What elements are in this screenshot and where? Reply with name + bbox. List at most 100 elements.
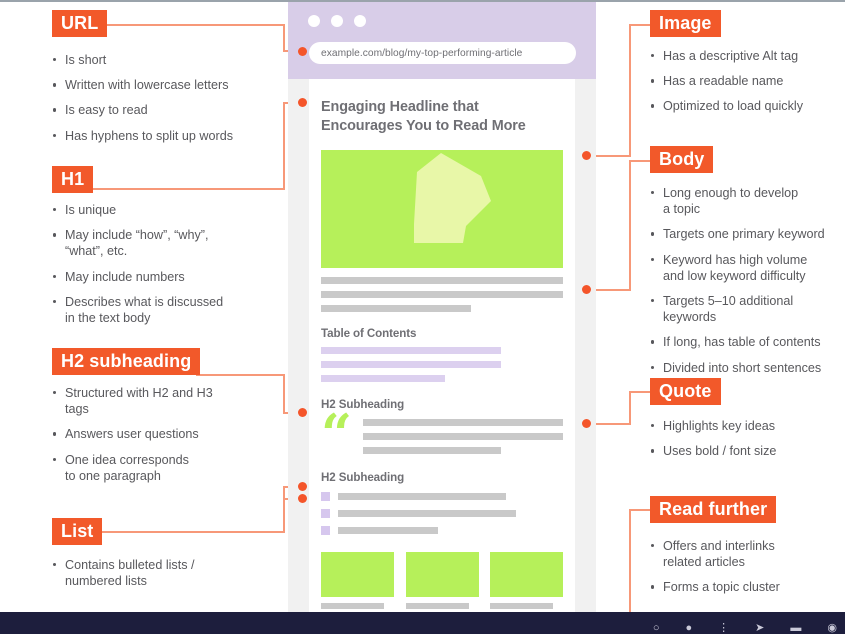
- anchor-dot-list: [298, 482, 307, 491]
- window-dot-minimize-icon[interactable]: [331, 15, 343, 27]
- list-quote: Highlights key ideas Uses bold / font si…: [650, 418, 842, 468]
- article-headline: Engaging Headline that Encourages You to…: [321, 99, 526, 134]
- label-url: URL: [52, 10, 108, 37]
- label-list: List: [52, 518, 103, 545]
- list-item: Targets 5–10 additional keywords: [650, 293, 845, 325]
- connector-h2-v: [283, 374, 285, 413]
- text-bar: [363, 419, 563, 426]
- toc-title: Table of Contents: [321, 327, 417, 340]
- paragraph-placeholder-1: [321, 277, 563, 312]
- list-item: Keyword has high volume and low keyword …: [650, 252, 845, 284]
- list-item: Long enough to develop a topic: [650, 185, 845, 217]
- globe-icon[interactable]: ◉: [827, 621, 837, 634]
- list-item: One idea corresponds to one paragraph: [52, 452, 277, 484]
- connector-image-v: [629, 24, 631, 156]
- list-item: Optimized to load quickly: [650, 98, 842, 114]
- text-bar: [338, 510, 516, 517]
- text-bar: [363, 433, 563, 440]
- text-bar: [321, 277, 563, 284]
- text-bar: [405, 603, 469, 609]
- browser-titlebar: example.com/blog/my-top-performing-artic…: [288, 2, 596, 79]
- connector-h1-v: [283, 102, 285, 190]
- list-item: Highlights key ideas: [650, 418, 842, 434]
- connector-list-h1: [95, 531, 285, 533]
- address-bar[interactable]: example.com/blog/my-top-performing-artic…: [309, 42, 576, 64]
- connector-url-v: [283, 24, 285, 51]
- text-bar: [363, 447, 501, 454]
- label-quote: Quote: [650, 378, 721, 405]
- list-item: Written with lowercase letters: [52, 77, 277, 93]
- list-item: Describes what is discussed in the text …: [52, 294, 277, 326]
- hero-placeholder-shape-icon: [414, 153, 491, 243]
- link-icon[interactable]: ⋮: [718, 621, 729, 634]
- quote-text-placeholder: [363, 417, 563, 454]
- toc-list: [321, 347, 563, 382]
- window-dot-maximize-icon[interactable]: [354, 15, 366, 27]
- anchor-dot-quote: [582, 419, 591, 428]
- list-item: Is easy to read: [52, 102, 277, 118]
- list-item: Has a descriptive Alt tag: [650, 48, 842, 64]
- list-bullet-icon: [321, 526, 330, 535]
- list-item: [321, 492, 563, 501]
- card-icon[interactable]: ▬: [790, 622, 801, 634]
- connector-h1-h1: [85, 188, 285, 190]
- text-bar: [338, 527, 438, 534]
- list-bullet-icon: [321, 509, 330, 518]
- anchor-dot-h1: [298, 98, 307, 107]
- footer-icons[interactable]: ○ ● ⋮ ➤ ▬ ◉: [653, 621, 837, 634]
- label-image: Image: [650, 10, 721, 37]
- anchor-dot-url: [298, 47, 307, 56]
- text-bar: [321, 305, 471, 312]
- list-item: Answers user questions: [52, 426, 277, 442]
- list-item: Structured with H2 and H3 tags: [52, 385, 277, 417]
- list-item: [321, 509, 563, 518]
- infographic-canvas: example.com/blog/my-top-performing-artic…: [0, 0, 845, 634]
- label-read-further: Read further: [650, 496, 777, 523]
- list-bullet-icon: [321, 492, 330, 501]
- list-item: Uses bold / font size: [650, 443, 842, 459]
- list-item: Contains bulleted lists / numbered lists: [52, 557, 277, 589]
- chat-icon[interactable]: ○: [653, 622, 660, 634]
- list-item: Forms a topic cluster: [650, 579, 842, 595]
- label-h1: H1: [52, 166, 94, 193]
- toc-bar[interactable]: [321, 361, 501, 368]
- text-bar: [490, 603, 553, 609]
- window-controls[interactable]: [308, 15, 366, 27]
- list-body: Long enough to develop a topic Targets o…: [650, 185, 845, 385]
- connector-list-v: [283, 486, 285, 533]
- anchor-dot-body: [582, 285, 591, 294]
- text-bar: [338, 493, 506, 500]
- list-read-further: Offers and interlinks related articles F…: [650, 538, 842, 605]
- list-item: If long, has table of contents: [650, 334, 845, 350]
- list-item: May include numbers: [52, 269, 277, 285]
- list-list: Contains bulleted lists / numbered lists: [52, 557, 277, 598]
- anchor-dot-image: [582, 151, 591, 160]
- connector-read-v: [629, 509, 631, 619]
- bulleted-list-placeholder: [321, 492, 563, 535]
- connector-quote-v: [629, 391, 631, 424]
- cursor-icon[interactable]: ➤: [755, 621, 764, 634]
- card-thumbnail: [321, 552, 394, 597]
- list-item: May include “how”, “why”, “what”, etc.: [52, 227, 277, 259]
- address-bar-text: example.com/blog/my-top-performing-artic…: [321, 47, 523, 59]
- anchor-dot-h2: [298, 408, 307, 417]
- connector-h2-h1: [196, 374, 285, 376]
- list-item: Divided into short sentences: [650, 360, 845, 376]
- list-item: Is unique: [52, 202, 277, 218]
- toc-bar[interactable]: [321, 375, 445, 382]
- list-item: Offers and interlinks related articles: [650, 538, 842, 570]
- list-item: Is short: [52, 52, 277, 68]
- toc-bar[interactable]: [321, 347, 501, 354]
- card-thumbnail: [490, 552, 563, 597]
- label-h2-subheading: H2 subheading: [52, 348, 201, 375]
- user-icon[interactable]: ●: [686, 622, 693, 634]
- window-dot-close-icon[interactable]: [308, 15, 320, 27]
- subheading-2: H2 Subheading: [321, 471, 405, 484]
- connector-url-h1: [99, 24, 285, 26]
- label-body: Body: [650, 146, 714, 173]
- card-thumbnail: [405, 552, 479, 597]
- footer-bar: ○ ● ⋮ ➤ ▬ ◉: [0, 612, 845, 634]
- list-h1: Is unique May include “how”, “why”, “wha…: [52, 202, 277, 335]
- list-item: Has hyphens to split up words: [52, 128, 277, 144]
- list-url: Is short Written with lowercase letters …: [52, 52, 277, 153]
